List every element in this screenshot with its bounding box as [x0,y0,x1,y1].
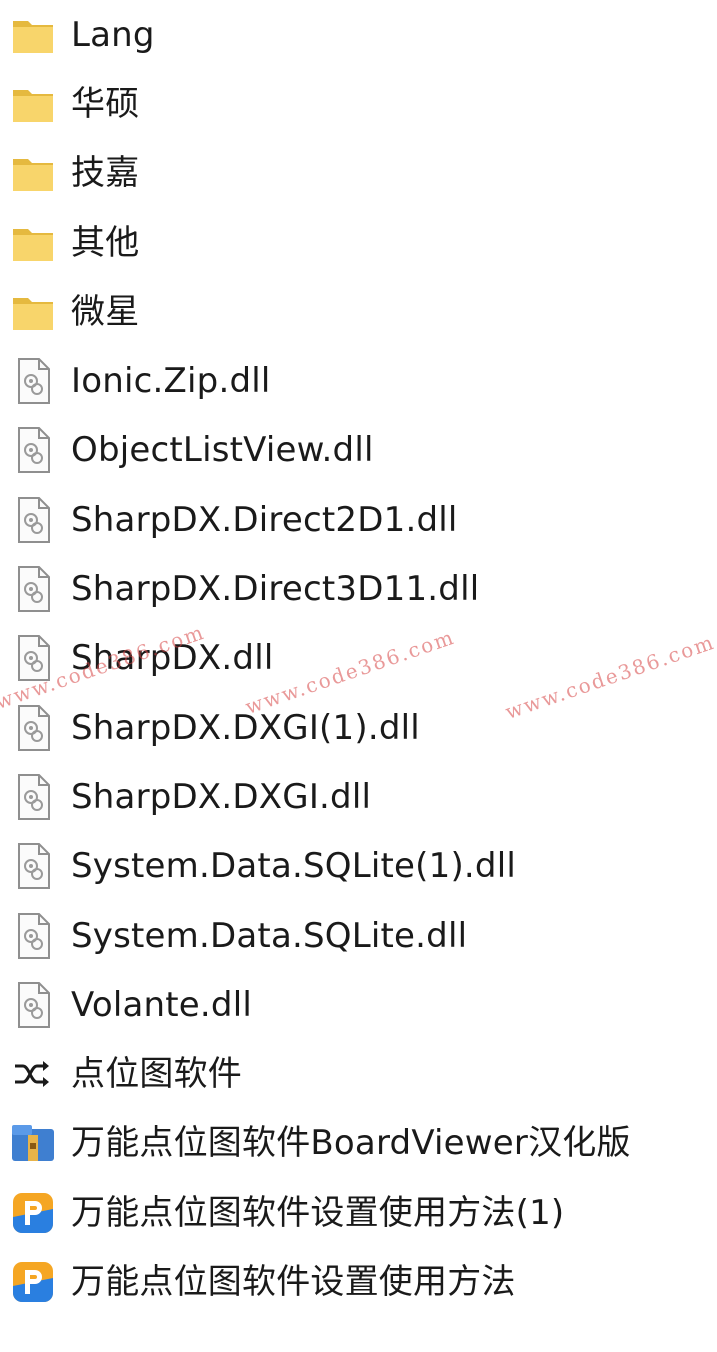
dll-file-icon [10,981,56,1029]
file-name-label: 技嘉 [71,153,140,194]
file-name-label: ObjectListView.dll [71,430,374,471]
file-list-item[interactable]: SharpDX.Direct3D11.dll [0,554,717,623]
file-name-label: System.Data.SQLite(1).dll [71,846,517,887]
file-name-label: SharpDX.DXGI.dll [71,776,372,817]
file-name-label: 万能点位图软件设置使用方法(1) [71,1192,565,1233]
file-list-item[interactable]: 万能点位图软件设置使用方法(1) [0,1178,717,1247]
folder-icon [10,80,56,128]
file-name-label: 其他 [71,222,140,263]
folder-icon [10,219,56,267]
installer-package-icon [10,1119,56,1167]
file-name-label: 点位图软件 [71,1054,242,1095]
file-list-item[interactable]: 万能点位图软件设置使用方法 [0,1247,717,1316]
folder-icon [10,11,56,59]
file-list-item[interactable]: SharpDX.dll [0,624,717,693]
file-name-label: 万能点位图软件设置使用方法 [71,1261,516,1302]
dll-file-icon [10,842,56,890]
file-name-label: Volante.dll [71,984,252,1025]
file-name-label: SharpDX.Direct2D1.dll [71,499,458,540]
file-name-label: Ionic.Zip.dll [71,361,271,402]
dll-file-icon [10,634,56,682]
document-app-icon [10,1189,56,1237]
file-list-item[interactable]: Lang [0,0,717,69]
file-list-item[interactable]: SharpDX.DXGI.dll [0,762,717,831]
dll-file-icon [10,426,56,474]
file-name-label: 微星 [71,291,140,332]
file-name-label: System.Data.SQLite.dll [71,915,468,956]
file-list-item[interactable]: System.Data.SQLite(1).dll [0,832,717,901]
document-app-icon [10,1258,56,1306]
dll-file-icon [10,773,56,821]
file-name-label: SharpDX.dll [71,638,274,679]
dll-file-icon [10,704,56,752]
folder-icon [10,288,56,336]
file-name-label: 华硕 [71,83,140,124]
file-name-label: Lang [71,14,155,55]
dll-file-icon [10,357,56,405]
file-list-item[interactable]: 其他 [0,208,717,277]
dll-file-icon [10,496,56,544]
file-list-item[interactable]: ObjectListView.dll [0,416,717,485]
file-list: Lang 华硕 技嘉 其他 微星 Ionic.Zip.dll ObjectLis… [0,0,717,1317]
file-list-item[interactable]: 技嘉 [0,139,717,208]
file-list-item[interactable]: Ionic.Zip.dll [0,346,717,415]
file-list-item[interactable]: 华硕 [0,69,717,138]
file-name-label: 万能点位图软件BoardViewer汉化版 [71,1123,631,1164]
file-list-item[interactable]: System.Data.SQLite.dll [0,901,717,970]
file-name-label: SharpDX.DXGI(1).dll [71,707,420,748]
file-list-item[interactable]: 万能点位图软件BoardViewer汉化版 [0,1109,717,1178]
file-list-item[interactable]: 微星 [0,277,717,346]
shuffle-icon [10,1050,56,1098]
file-name-label: SharpDX.Direct3D11.dll [71,569,480,610]
file-list-item[interactable]: 点位图软件 [0,1039,717,1108]
file-list-item[interactable]: SharpDX.DXGI(1).dll [0,693,717,762]
dll-file-icon [10,912,56,960]
folder-icon [10,149,56,197]
file-list-item[interactable]: Volante.dll [0,970,717,1039]
dll-file-icon [10,565,56,613]
file-list-item[interactable]: SharpDX.Direct2D1.dll [0,485,717,554]
